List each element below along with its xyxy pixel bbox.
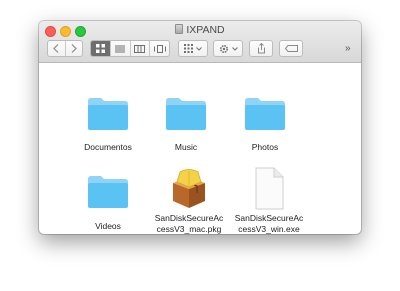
folder-icon — [88, 98, 128, 130]
tag-icon — [284, 45, 298, 52]
file-item-mac-pkg[interactable]: SanDiskSecureAc cessV3_mac.pkg — [149, 168, 229, 234]
document-icon — [255, 167, 284, 210]
file-item-music[interactable]: Music — [146, 96, 226, 153]
chevron-left-icon — [53, 44, 59, 53]
titlebar: IXPAND » — [39, 21, 361, 63]
chevron-down-icon — [196, 46, 202, 51]
file-label: cessV3_win.exe — [238, 224, 300, 234]
file-label: Photos — [251, 142, 279, 152]
action-button[interactable] — [213, 40, 243, 57]
toolbar-overflow-button[interactable]: » — [345, 43, 350, 54]
package-icon — [173, 169, 205, 208]
arrange-grid-icon — [184, 44, 193, 53]
finder-window: IXPAND » Documentos Music Photos Videos … — [39, 21, 361, 234]
share-icon — [257, 43, 265, 54]
arrange-button[interactable] — [178, 40, 208, 57]
file-label: Music — [174, 142, 198, 152]
view-mode-control — [90, 40, 170, 57]
folder-icon — [166, 98, 206, 130]
file-item-photos[interactable]: Photos — [225, 96, 305, 153]
coverflow-view-button[interactable] — [150, 41, 169, 56]
file-label: Videos — [95, 221, 121, 231]
chevron-right-icon — [71, 44, 77, 53]
list-view-icon — [115, 45, 126, 52]
window-title-text: IXPAND — [186, 24, 225, 36]
tags-button[interactable] — [279, 40, 303, 57]
file-item-documentos[interactable]: Documentos — [68, 96, 148, 153]
icon-view-icon — [95, 44, 105, 53]
file-grid: Documentos Music Photos Videos SanDiskSe… — [39, 63, 361, 234]
coverflow-view-icon — [153, 44, 166, 53]
share-button[interactable] — [249, 40, 273, 57]
file-label: SanDiskSecureAc — [234, 213, 304, 223]
folder-icon — [245, 98, 285, 130]
list-view-button[interactable] — [111, 41, 131, 56]
back-button[interactable] — [48, 41, 66, 56]
icon-view-button[interactable] — [91, 41, 111, 56]
column-view-button[interactable] — [131, 41, 151, 56]
gear-icon — [219, 44, 228, 53]
chevron-down-icon — [231, 46, 238, 51]
forward-button[interactable] — [66, 41, 83, 56]
column-view-icon — [134, 44, 146, 53]
window-title: IXPAND — [39, 24, 361, 37]
file-item-win-exe[interactable]: SanDiskSecureAc cessV3_win.exe — [229, 167, 309, 234]
folder-icon — [88, 176, 128, 208]
file-item-videos[interactable]: Videos — [68, 174, 148, 232]
drive-icon — [175, 24, 184, 34]
file-label: Documentos — [84, 142, 132, 152]
back-forward-control — [47, 40, 83, 57]
file-label: cessV3_mac.pkg — [156, 224, 222, 234]
file-label: SanDiskSecureAc — [154, 213, 224, 223]
